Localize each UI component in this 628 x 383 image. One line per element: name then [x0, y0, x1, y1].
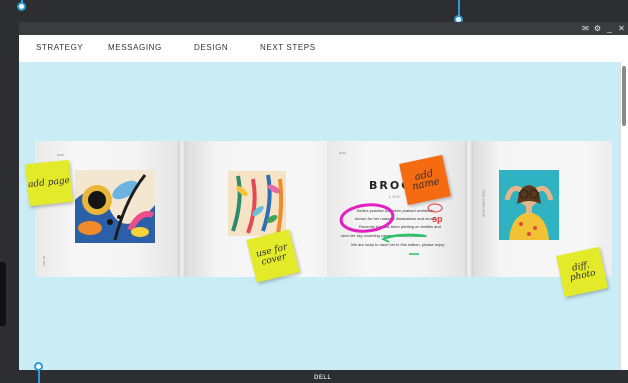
- top-nav: STRATEGY MESSAGING DESIGN NEXT STEPS: [19, 35, 628, 62]
- anchor-dot-bottom-left[interactable]: [34, 362, 43, 371]
- close-icon[interactable]: ✕: [617, 24, 626, 33]
- sticky-note-use-for-cover-text: use for cover: [255, 242, 289, 268]
- sticky-note-add-page-text: add page: [27, 175, 71, 190]
- sticky-note-diff-photo-text: diff. photo: [569, 260, 597, 284]
- sticky-note-diff-photo[interactable]: diff. photo: [556, 246, 608, 298]
- anchor-dot-top-left[interactable]: [17, 2, 26, 11]
- book2-side-mark: YOUR STORY HERE: [481, 188, 486, 218]
- nav-item-strategy[interactable]: STRATEGY: [36, 43, 83, 52]
- mail-icon[interactable]: ✉: [581, 24, 590, 33]
- bezel-handle: [0, 262, 6, 326]
- app-screen: ✉ ⚙ _ ✕ STRATEGY MESSAGING DESIGN NEXT S…: [19, 22, 628, 370]
- green-underline-mark: [384, 233, 426, 240]
- sp-edit-mark: sp: [432, 214, 443, 224]
- book1-page-mark: 2013: [57, 153, 64, 157]
- sticky-note-add-page[interactable]: add page: [24, 159, 74, 207]
- window-titlebar: ✉ ⚙ _ ✕: [19, 22, 628, 35]
- book1-left-artwork: [75, 170, 155, 243]
- nav-item-design[interactable]: DESIGN: [194, 43, 228, 52]
- minimize-icon[interactable]: _: [605, 24, 614, 33]
- nav-item-messaging[interactable]: MESSAGING: [108, 43, 162, 52]
- ink-annotations: [339, 203, 443, 255]
- book1-spine: [178, 141, 186, 277]
- magenta-circle-mark: [339, 203, 395, 233]
- vertical-scrollbar[interactable]: [620, 62, 628, 370]
- anchor-stem-bottom-left: [38, 370, 40, 383]
- book2-photo: [499, 170, 559, 240]
- gear-icon[interactable]: ⚙: [593, 24, 602, 33]
- sticky-note-add-name[interactable]: add name: [399, 154, 451, 206]
- monitor-brand-logo: DELL: [314, 375, 332, 381]
- book1-bottom-mark: VOL 23: [42, 255, 47, 267]
- sticky-note-add-name-text: add name: [411, 168, 441, 193]
- nav-item-next-steps[interactable]: NEXT STEPS: [260, 43, 316, 52]
- book1-right-artwork: [228, 171, 286, 236]
- circled-word-mark: [427, 203, 443, 213]
- scrollbar-thumb[interactable]: [622, 66, 626, 126]
